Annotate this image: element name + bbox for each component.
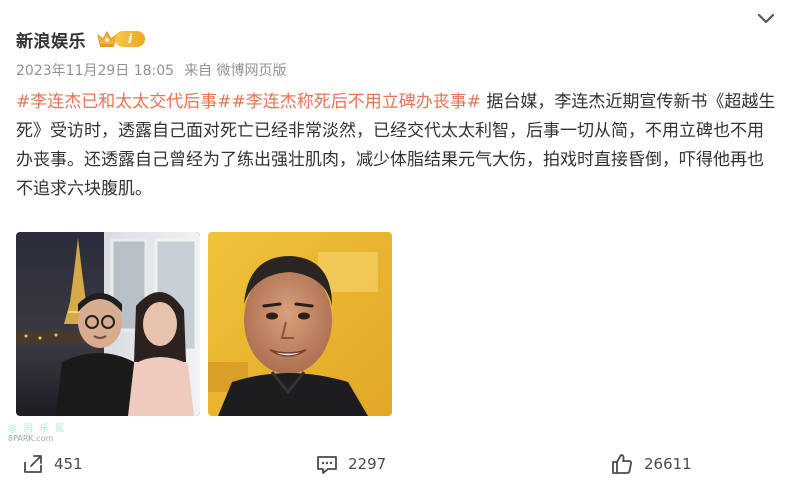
topic-link-2[interactable]: #李连杰称死后不用立碑办丧事#	[232, 92, 482, 112]
topic-link-1[interactable]: #李连杰已和太太交代后事#	[16, 92, 232, 112]
chevron-down-icon[interactable]	[756, 12, 776, 26]
thumbs-up-icon	[612, 454, 632, 474]
action-bar: 451 2297 26611	[0, 448, 800, 480]
photo-portrait-closeup[interactable]	[208, 232, 392, 416]
post-meta: 2023年11月29日 18:05 来自 微博网页版	[16, 60, 287, 80]
comment-icon	[317, 456, 337, 474]
site-watermark: @ 同 乐 区 8PARK.com	[8, 424, 67, 444]
comment-button[interactable]: 2297	[316, 448, 386, 480]
post-timestamp[interactable]: 2023年11月29日 18:05	[16, 60, 174, 80]
comment-count: 2297	[348, 455, 387, 473]
like-button[interactable]: 26611	[610, 448, 692, 480]
weibo-post-card: 新浪娱乐 i 2023年11月29日 18:05 来自 微博网页版 #李连杰已和…	[0, 0, 800, 494]
vip-level-label: i	[115, 31, 145, 47]
post-header: 新浪娱乐 i	[16, 26, 145, 52]
post-content: #李连杰已和太太交代后事##李连杰称死后不用立碑办丧事# 据台媒，李连杰近期宣传…	[16, 88, 776, 204]
watermark-cn: @ 同 乐 区	[8, 424, 67, 434]
watermark-en: 8PARK.com	[8, 434, 54, 443]
repost-count: 451	[54, 455, 83, 473]
photo-couple-paris-night[interactable]	[16, 232, 200, 416]
photo-grid	[16, 232, 392, 416]
author-name[interactable]: 新浪娱乐	[16, 27, 86, 52]
vip-badge[interactable]: i	[96, 30, 145, 48]
post-source: 来自 微博网页版	[184, 63, 287, 79]
repost-icon	[24, 455, 42, 473]
like-count: 26611	[644, 455, 692, 473]
repost-button[interactable]: 451	[22, 448, 83, 480]
